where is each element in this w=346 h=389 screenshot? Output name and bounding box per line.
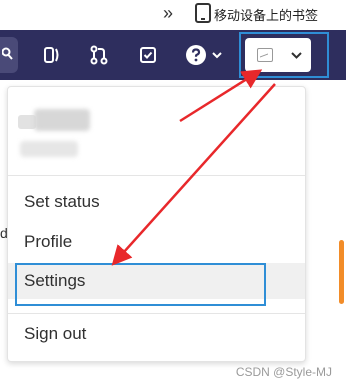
menu-item-sign-out[interactable]: Sign out bbox=[8, 316, 305, 352]
menu-item-profile[interactable]: Profile bbox=[8, 224, 305, 260]
double-chevron-right-icon[interactable]: » bbox=[158, 3, 178, 23]
merge-requests-icon bbox=[44, 47, 59, 63]
user-avatar-dropdown-button[interactable] bbox=[239, 32, 329, 78]
pull-request-button[interactable] bbox=[88, 30, 110, 80]
menu-divider bbox=[8, 313, 305, 314]
todo-button[interactable] bbox=[137, 30, 159, 80]
merge-requests-button[interactable] bbox=[41, 30, 63, 80]
bookmark-bar: » 移动设备上的书签 bbox=[0, 0, 346, 28]
mobile-bookmarks-link[interactable]: 移动设备上的书签 bbox=[214, 5, 318, 24]
menu-item-set-status[interactable]: Set status bbox=[8, 184, 305, 220]
pull-request-icon bbox=[90, 45, 108, 65]
redacted-username bbox=[34, 109, 90, 131]
menu-divider bbox=[8, 175, 305, 176]
scrollbar-thumb[interactable] bbox=[339, 240, 344, 304]
avatar[interactable] bbox=[245, 38, 311, 72]
help-menu-button[interactable] bbox=[182, 30, 224, 80]
broken-image-icon bbox=[257, 48, 273, 62]
search-button[interactable] bbox=[0, 37, 18, 73]
chevron-down-icon bbox=[291, 51, 302, 59]
todo-check-icon bbox=[140, 47, 156, 63]
chevron-down-icon bbox=[211, 51, 222, 58]
search-icon bbox=[2, 47, 13, 60]
user-dropdown-menu: Set status Profile Settings Sign out bbox=[7, 86, 306, 362]
help-icon bbox=[185, 45, 206, 65]
redacted-handle bbox=[20, 141, 78, 157]
watermark: CSDN @Style-MJ bbox=[235, 365, 332, 379]
settings-highlight-box bbox=[15, 263, 266, 306]
mobile-device-icon bbox=[195, 3, 211, 23]
